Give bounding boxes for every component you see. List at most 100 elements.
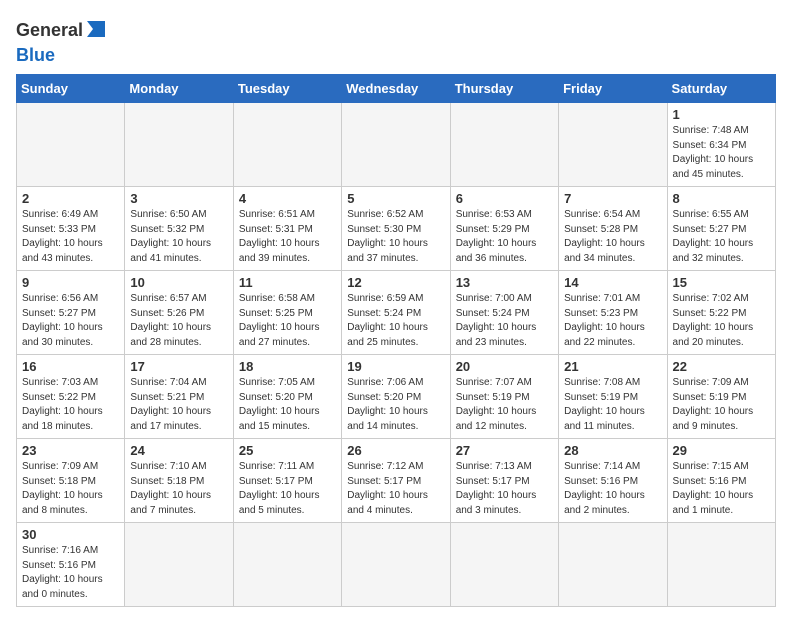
calendar-day: 28 Sunrise: 7:14 AM Sunset: 5:16 PM Dayli… xyxy=(559,439,667,523)
day-header-tuesday: Tuesday xyxy=(233,75,341,103)
day-info: Sunrise: 6:51 AM Sunset: 5:31 PM Dayligh… xyxy=(239,208,336,266)
day-info: Sunrise: 7:02 AM Sunset: 5:22 PM Dayligh… xyxy=(673,292,770,350)
calendar-day: 29 Sunrise: 7:15 AM Sunset: 5:16 PM Dayli… xyxy=(667,439,775,523)
day-info: Sunrise: 6:52 AM Sunset: 5:30 PM Dayligh… xyxy=(347,208,444,266)
day-number: 23 xyxy=(22,443,119,458)
day-info: Sunrise: 7:00 AM Sunset: 5:24 PM Dayligh… xyxy=(456,292,553,350)
calendar-day: 10Sunrise: 6:57 AM Sunset: 5:26 PM Dayli… xyxy=(125,271,233,355)
calendar-day xyxy=(450,103,558,187)
day-info: Sunrise: 6:50 AM Sunset: 5:32 PM Dayligh… xyxy=(130,208,227,266)
day-number: 26 xyxy=(347,443,444,458)
day-number: 13 xyxy=(456,275,553,290)
day-info: Sunrise: 7:06 AM Sunset: 5:20 PM Dayligh… xyxy=(347,376,444,434)
calendar-day: 25Sunrise: 7:11 AM Sunset: 5:17 PM Dayli… xyxy=(233,439,341,523)
calendar-day: 15 Sunrise: 7:02 AM Sunset: 5:22 PM Dayli… xyxy=(667,271,775,355)
day-info: Sunrise: 7:01 AM Sunset: 5:23 PM Dayligh… xyxy=(564,292,661,350)
calendar-day: 16Sunrise: 7:03 AM Sunset: 5:22 PM Dayli… xyxy=(17,355,125,439)
calendar-day xyxy=(667,523,775,607)
calendar-day: 23 Sunrise: 7:09 AM Sunset: 5:18 PM Dayli… xyxy=(17,439,125,523)
calendar-day: 2 Sunrise: 6:49 AM Sunset: 5:33 PM Daylig… xyxy=(17,187,125,271)
day-info: Sunrise: 6:56 AM Sunset: 5:27 PM Dayligh… xyxy=(22,292,119,350)
calendar-day: 21Sunrise: 7:08 AM Sunset: 5:19 PM Dayli… xyxy=(559,355,667,439)
day-info: Sunrise: 7:04 AM Sunset: 5:21 PM Dayligh… xyxy=(130,376,227,434)
day-number: 18 xyxy=(239,359,336,374)
day-info: Sunrise: 7:08 AM Sunset: 5:19 PM Dayligh… xyxy=(564,376,661,434)
calendar-day: 8Sunrise: 6:55 AM Sunset: 5:27 PM Daylig… xyxy=(667,187,775,271)
day-number: 28 xyxy=(564,443,661,458)
logo: General Blue xyxy=(16,20,107,66)
calendar-day: 17Sunrise: 7:04 AM Sunset: 5:21 PM Dayli… xyxy=(125,355,233,439)
calendar-day: 30 Sunrise: 7:16 AM Sunset: 5:16 PM Dayli… xyxy=(17,523,125,607)
day-info: Sunrise: 7:07 AM Sunset: 5:19 PM Dayligh… xyxy=(456,376,553,434)
day-info: Sunrise: 7:16 AM Sunset: 5:16 PM Dayligh… xyxy=(22,544,119,602)
day-info: Sunrise: 7:12 AM Sunset: 5:17 PM Dayligh… xyxy=(347,460,444,518)
calendar-day: 27 Sunrise: 7:13 AM Sunset: 5:17 PM Dayli… xyxy=(450,439,558,523)
day-number: 10 xyxy=(130,275,227,290)
calendar-day: 22 Sunrise: 7:09 AM Sunset: 5:19 PM Dayli… xyxy=(667,355,775,439)
day-info: Sunrise: 7:14 AM Sunset: 5:16 PM Dayligh… xyxy=(564,460,661,518)
day-info: Sunrise: 7:09 AM Sunset: 5:18 PM Dayligh… xyxy=(22,460,119,518)
calendar-day: 11 Sunrise: 6:58 AM Sunset: 5:25 PM Dayli… xyxy=(233,271,341,355)
day-number: 25 xyxy=(239,443,336,458)
day-number: 15 xyxy=(673,275,770,290)
calendar-day: 18 Sunrise: 7:05 AM Sunset: 5:20 PM Dayli… xyxy=(233,355,341,439)
day-number: 27 xyxy=(456,443,553,458)
day-number: 3 xyxy=(130,191,227,206)
calendar-day: 12Sunrise: 6:59 AM Sunset: 5:24 PM Dayli… xyxy=(342,271,450,355)
logo-line1: General xyxy=(16,20,107,41)
calendar-day: 13 Sunrise: 7:00 AM Sunset: 5:24 PM Dayli… xyxy=(450,271,558,355)
day-info: Sunrise: 7:09 AM Sunset: 5:19 PM Dayligh… xyxy=(673,376,770,434)
calendar-week-3: 9 Sunrise: 6:56 AM Sunset: 5:27 PM Daylig… xyxy=(17,271,776,355)
day-number: 9 xyxy=(22,275,119,290)
calendar-day: 24 Sunrise: 7:10 AM Sunset: 5:18 PM Dayli… xyxy=(125,439,233,523)
day-number: 4 xyxy=(239,191,336,206)
day-header-saturday: Saturday xyxy=(667,75,775,103)
day-number: 30 xyxy=(22,527,119,542)
calendar-day: 26 Sunrise: 7:12 AM Sunset: 5:17 PM Dayli… xyxy=(342,439,450,523)
calendar-day: 1Sunrise: 7:48 AM Sunset: 6:34 PM Daylig… xyxy=(667,103,775,187)
calendar-header-row: SundayMondayTuesdayWednesdayThursdayFrid… xyxy=(17,75,776,103)
logo-blue: Blue xyxy=(16,45,55,66)
calendar-day: 14 Sunrise: 7:01 AM Sunset: 5:23 PM Dayli… xyxy=(559,271,667,355)
day-info: Sunrise: 7:15 AM Sunset: 5:16 PM Dayligh… xyxy=(673,460,770,518)
calendar-day: 19Sunrise: 7:06 AM Sunset: 5:20 PM Dayli… xyxy=(342,355,450,439)
day-header-thursday: Thursday xyxy=(450,75,558,103)
day-header-friday: Friday xyxy=(559,75,667,103)
calendar-day: 5 Sunrise: 6:52 AM Sunset: 5:30 PM Daylig… xyxy=(342,187,450,271)
day-info: Sunrise: 7:13 AM Sunset: 5:17 PM Dayligh… xyxy=(456,460,553,518)
calendar-day xyxy=(450,523,558,607)
day-info: Sunrise: 7:10 AM Sunset: 5:18 PM Dayligh… xyxy=(130,460,227,518)
calendar-day: 7Sunrise: 6:54 AM Sunset: 5:28 PM Daylig… xyxy=(559,187,667,271)
calendar-day xyxy=(233,523,341,607)
day-info: Sunrise: 6:55 AM Sunset: 5:27 PM Dayligh… xyxy=(673,208,770,266)
day-number: 20 xyxy=(456,359,553,374)
day-number: 22 xyxy=(673,359,770,374)
day-info: Sunrise: 7:05 AM Sunset: 5:20 PM Dayligh… xyxy=(239,376,336,434)
day-info: Sunrise: 6:49 AM Sunset: 5:33 PM Dayligh… xyxy=(22,208,119,266)
calendar-day: 6Sunrise: 6:53 AM Sunset: 5:29 PM Daylig… xyxy=(450,187,558,271)
calendar-day xyxy=(233,103,341,187)
calendar-day xyxy=(559,103,667,187)
calendar-day: 3 Sunrise: 6:50 AM Sunset: 5:32 PM Daylig… xyxy=(125,187,233,271)
calendar-week-6: 30 Sunrise: 7:16 AM Sunset: 5:16 PM Dayli… xyxy=(17,523,776,607)
day-info: Sunrise: 7:48 AM Sunset: 6:34 PM Dayligh… xyxy=(673,124,770,182)
calendar-day: 9 Sunrise: 6:56 AM Sunset: 5:27 PM Daylig… xyxy=(17,271,125,355)
calendar: SundayMondayTuesdayWednesdayThursdayFrid… xyxy=(16,74,776,607)
day-info: Sunrise: 6:59 AM Sunset: 5:24 PM Dayligh… xyxy=(347,292,444,350)
logo-general: General xyxy=(16,20,83,41)
calendar-day xyxy=(342,103,450,187)
day-number: 14 xyxy=(564,275,661,290)
day-info: Sunrise: 6:58 AM Sunset: 5:25 PM Dayligh… xyxy=(239,292,336,350)
day-number: 2 xyxy=(22,191,119,206)
calendar-day: 4 Sunrise: 6:51 AM Sunset: 5:31 PM Daylig… xyxy=(233,187,341,271)
calendar-week-2: 2 Sunrise: 6:49 AM Sunset: 5:33 PM Daylig… xyxy=(17,187,776,271)
calendar-day: 20 Sunrise: 7:07 AM Sunset: 5:19 PM Dayli… xyxy=(450,355,558,439)
day-number: 11 xyxy=(239,275,336,290)
day-number: 24 xyxy=(130,443,227,458)
day-number: 29 xyxy=(673,443,770,458)
day-number: 5 xyxy=(347,191,444,206)
calendar-week-5: 23 Sunrise: 7:09 AM Sunset: 5:18 PM Dayli… xyxy=(17,439,776,523)
calendar-week-4: 16Sunrise: 7:03 AM Sunset: 5:22 PM Dayli… xyxy=(17,355,776,439)
calendar-day xyxy=(559,523,667,607)
day-number: 16 xyxy=(22,359,119,374)
